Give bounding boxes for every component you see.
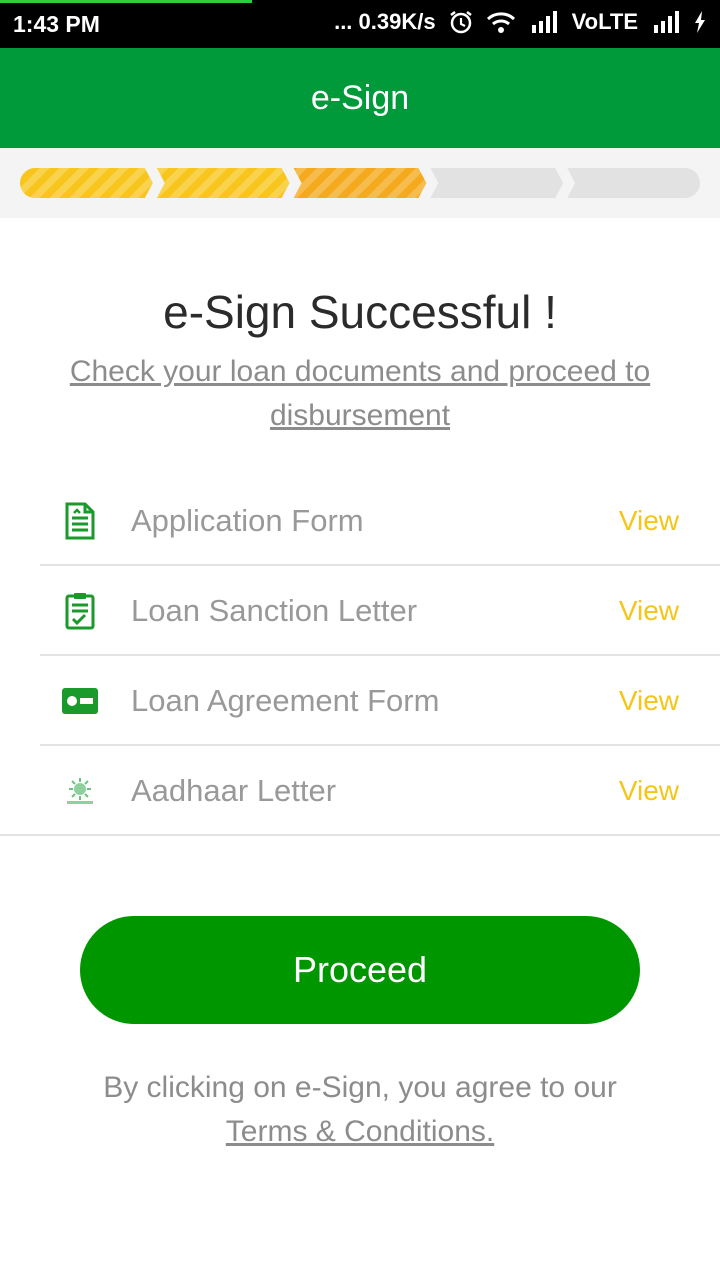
application-form-icon [60,500,100,542]
document-row-application-form[interactable]: Application Form View [0,476,720,566]
charging-icon [694,11,706,33]
view-link[interactable]: View [619,775,679,807]
status-bar: 1:43 PM ... 0.39K/s VoLTE [0,0,720,48]
document-label: Loan Agreement Form [131,683,440,718]
terms-link[interactable]: Terms & Conditions. [226,1115,494,1148]
row-divider [0,834,720,836]
status-time: 1:43 PM [13,11,100,37]
document-row-loan-sanction-letter[interactable]: Loan Sanction Letter View [0,566,720,656]
terms-text: By clicking on e-Sign, you agree to our [103,1071,617,1104]
app-bar: e-Sign [0,48,720,148]
proceed-button[interactable]: Proceed [80,916,640,1024]
wifi-icon [486,10,516,34]
success-heading: e-Sign Successful ! [163,286,557,338]
step-progress [0,148,720,218]
view-link[interactable]: View [619,505,679,537]
signal-icon [650,11,682,33]
page-title: e-Sign [310,78,410,117]
proceed-instruction-link[interactable]: Check your loan documents and proceed to… [40,350,680,438]
sanction-letter-icon [60,590,100,632]
signal-icon [528,11,560,33]
terms-notice: By clicking on e-Sign, you agree to our … [40,1066,680,1154]
document-label: Aadhaar Letter [131,773,337,808]
progress-step-4 [430,168,564,198]
progress-step-stripes [156,168,290,198]
document-row-loan-agreement-form[interactable]: Loan Agreement Form View [0,656,720,746]
view-link[interactable]: View [619,595,679,627]
progress-step-stripes [20,168,153,198]
document-label: Application Form [131,503,364,538]
progress-step-5 [567,168,700,198]
id-card-icon [60,680,100,722]
document-row-aadhaar-letter[interactable]: Aadhaar Letter View [0,746,720,836]
page-load-indicator [0,0,252,3]
aadhaar-logo-icon [60,770,100,812]
volte-label: VoLTE [571,9,638,34]
progress-step-stripes [293,168,427,198]
status-icons: ... 0.39K/s VoLTE [334,9,706,35]
step-progress-bar [20,168,700,198]
document-list: Application Form View Loan Sanction Lett… [0,476,720,836]
document-label: Loan Sanction Letter [131,593,418,628]
network-speed: ... 0.39K/s [334,9,436,34]
alarm-icon [448,9,474,35]
view-link[interactable]: View [619,685,679,717]
